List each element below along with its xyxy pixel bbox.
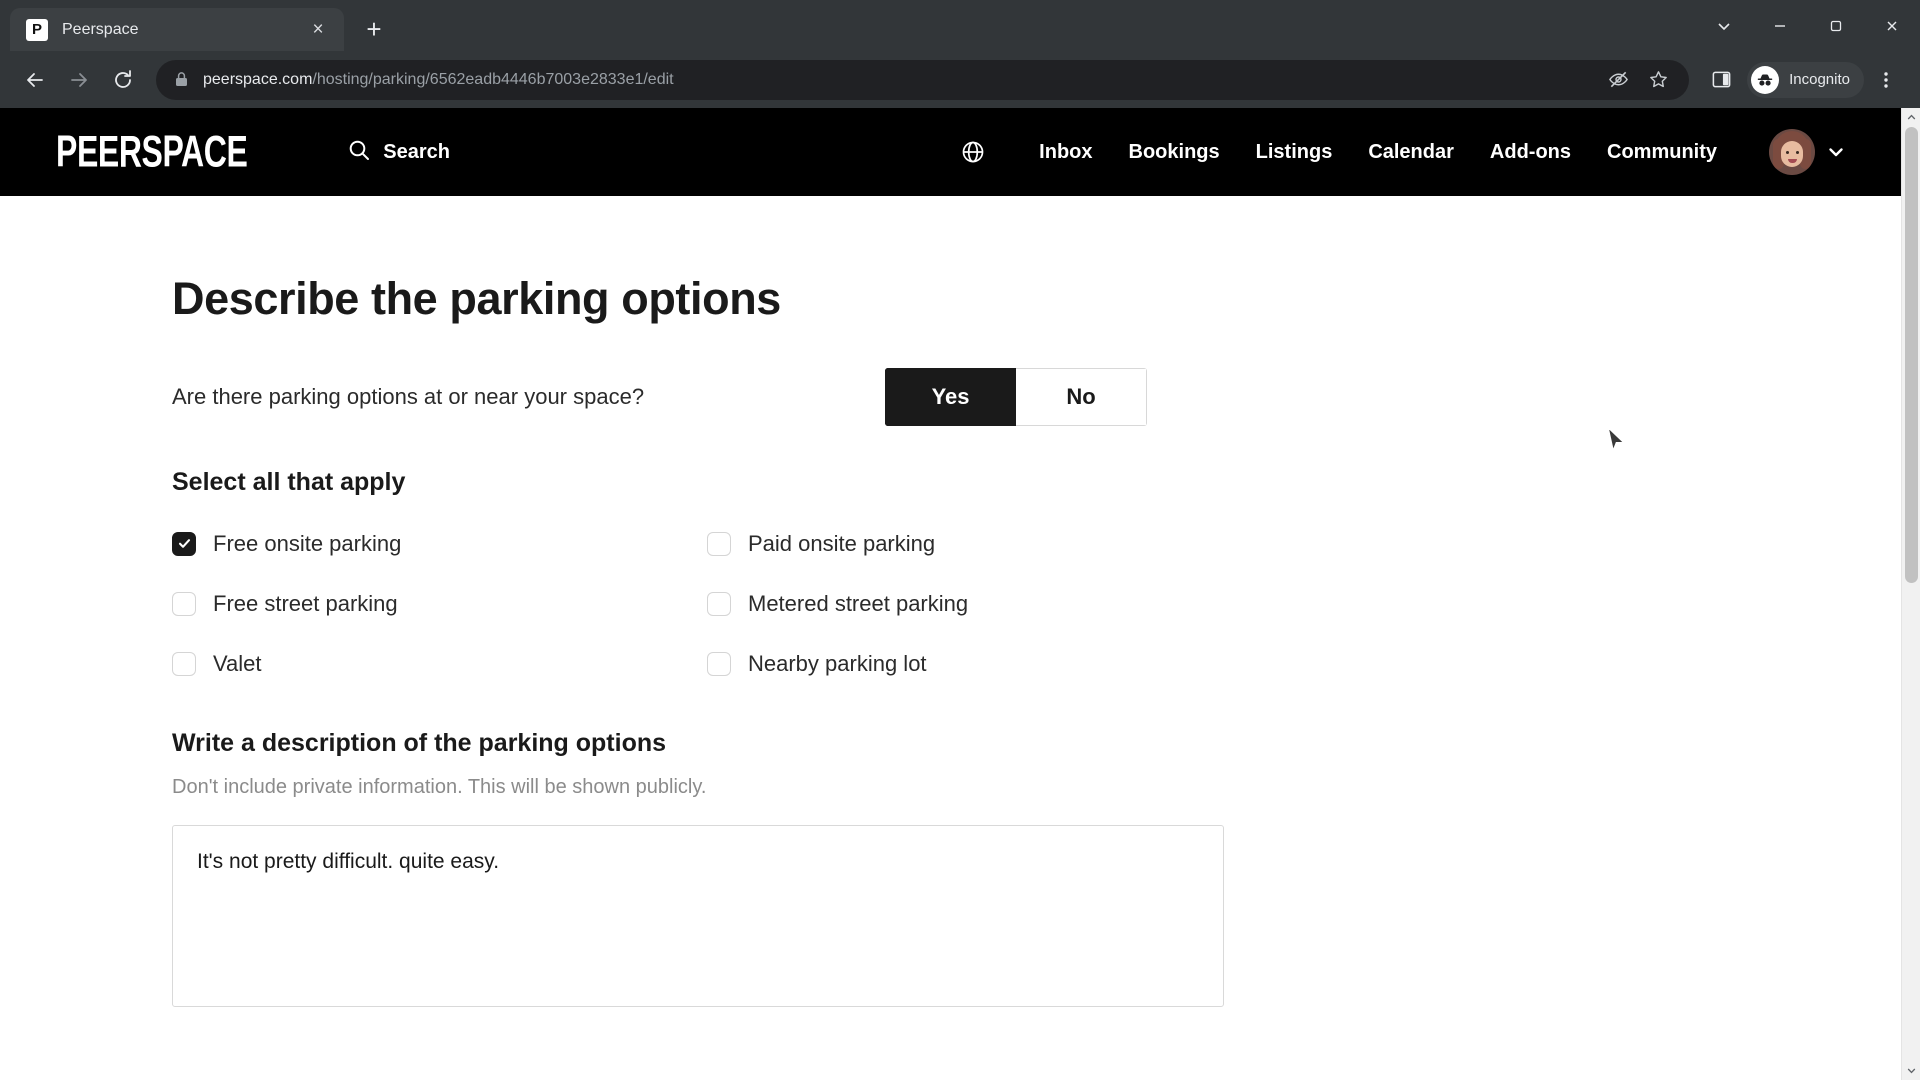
incognito-label: Incognito <box>1789 71 1850 88</box>
parking-question-label: Are there parking options at or near you… <box>172 383 645 409</box>
nav-link-add-ons[interactable]: Add-ons <box>1472 141 1589 164</box>
checkbox-label: Free street parking <box>213 590 398 616</box>
peerspace-favicon: P <box>26 18 48 41</box>
minimize-window-icon[interactable] <box>1752 0 1808 51</box>
checkbox-box[interactable] <box>707 531 731 556</box>
reload-icon[interactable] <box>102 59 144 101</box>
checkbox-label: Metered street parking <box>748 590 969 616</box>
maximize-window-icon[interactable] <box>1808 0 1864 51</box>
checkbox-box[interactable] <box>172 651 196 676</box>
browser-tab[interactable]: P Peerspace × <box>10 8 344 51</box>
tab-title: Peerspace <box>62 20 139 38</box>
checkbox-label: Paid onsite parking <box>748 530 936 556</box>
close-window-icon[interactable] <box>1864 0 1920 51</box>
tab-search-icon[interactable] <box>1696 0 1752 51</box>
peerspace-logo[interactable]: PEERSPACE <box>56 130 248 175</box>
parking-options-checkbox-grid: Free onsite parking Paid onsite parking … <box>172 531 1232 677</box>
checkbox-metered-street-parking[interactable]: Metered street parking <box>707 591 1242 617</box>
tab-strip: P Peerspace × + <box>0 0 1920 51</box>
omnibox-actions <box>1601 63 1675 97</box>
nav-link-listings[interactable]: Listings <box>1238 141 1351 164</box>
chevron-down-icon <box>1827 143 1845 161</box>
peerspace-page: PEERSPACE Search Inbox Bookings Listings… <box>0 108 1901 1080</box>
browser-window: P Peerspace × + peerspace.com/hosting/pa… <box>0 0 1920 1080</box>
checkbox-label: Free onsite parking <box>213 530 402 556</box>
star-icon[interactable] <box>1641 63 1675 97</box>
nav-link-community[interactable]: Community <box>1589 141 1735 164</box>
checkbox-box[interactable] <box>707 591 731 616</box>
checkbox-label: Nearby parking lot <box>748 650 927 676</box>
scroll-up-icon[interactable] <box>1902 108 1920 127</box>
address-bar[interactable]: peerspace.com/hosting/parking/6562eadb44… <box>156 59 1690 100</box>
checkbox-valet[interactable]: Valet <box>172 651 707 677</box>
select-all-title: Select all that apply <box>172 467 406 496</box>
checkbox-free-onsite-parking[interactable]: Free onsite parking <box>172 531 707 557</box>
checkbox-nearby-parking-lot[interactable]: Nearby parking lot <box>707 651 1242 677</box>
avatar <box>1769 129 1815 175</box>
description-help-text: Don't include private information. This … <box>172 775 707 798</box>
url-path: /hosting/parking/6562eadb4446b7003e2833e… <box>312 70 674 88</box>
site-header: PEERSPACE Search Inbox Bookings Listings… <box>0 108 1901 196</box>
window-controls <box>1696 0 1920 51</box>
toggle-option-yes[interactable]: Yes <box>885 367 1017 426</box>
close-tab-icon[interactable]: × <box>304 16 332 44</box>
url-text: peerspace.com/hosting/parking/6562eadb44… <box>203 71 1601 89</box>
nav-link-calendar[interactable]: Calendar <box>1350 141 1472 164</box>
parking-form: Describe the parking options Are there p… <box>172 274 1232 1012</box>
scroll-down-icon[interactable] <box>1902 1061 1920 1080</box>
browser-toolbar: peerspace.com/hosting/parking/6562eadb44… <box>0 51 1920 108</box>
page-scrollbar[interactable] <box>1901 108 1920 1080</box>
side-panel-icon[interactable] <box>1701 60 1741 100</box>
parking-description-textarea[interactable] <box>172 824 1224 1007</box>
search-label: Search <box>383 140 450 163</box>
nav-link-inbox[interactable]: Inbox <box>1021 141 1110 164</box>
scrollbar-thumb[interactable] <box>1905 127 1918 583</box>
nav-link-bookings[interactable]: Bookings <box>1111 141 1238 164</box>
incognito-profile-button[interactable]: Incognito <box>1747 61 1864 98</box>
url-domain: peerspace.com <box>203 70 313 88</box>
checkbox-box[interactable] <box>172 591 196 616</box>
checkbox-box[interactable] <box>707 651 731 676</box>
checkbox-box[interactable] <box>172 531 196 556</box>
new-tab-button[interactable]: + <box>356 11 392 47</box>
checkbox-free-street-parking[interactable]: Free street parking <box>172 591 707 617</box>
toggle-option-no[interactable]: No <box>1016 367 1148 426</box>
header-nav: Inbox Bookings Listings Calendar Add-ons… <box>951 129 1845 175</box>
page-title: Describe the parking options <box>172 273 781 324</box>
checkbox-paid-onsite-parking[interactable]: Paid onsite parking <box>707 531 1242 557</box>
parking-yes-no-toggle: Yes No <box>885 367 1148 426</box>
forward-icon[interactable] <box>58 59 100 101</box>
back-icon[interactable] <box>14 59 56 101</box>
checkbox-label: Valet <box>213 650 262 676</box>
favicon-letter: P <box>31 21 42 38</box>
search-icon <box>347 138 371 167</box>
lock-icon <box>174 71 189 88</box>
profile-menu-button[interactable] <box>1769 129 1845 175</box>
main-content: Describe the parking options Are there p… <box>0 196 1901 1080</box>
eye-slash-icon[interactable] <box>1601 63 1635 97</box>
description-title: Write a description of the parking optio… <box>172 728 667 757</box>
incognito-icon <box>1751 65 1780 94</box>
globe-icon[interactable] <box>951 130 995 174</box>
three-dot-menu-icon[interactable] <box>1866 60 1906 100</box>
search-button[interactable]: Search <box>347 138 450 167</box>
parking-question-row: Are there parking options at or near you… <box>172 367 1232 426</box>
page-viewport: PEERSPACE Search Inbox Bookings Listings… <box>0 108 1920 1080</box>
